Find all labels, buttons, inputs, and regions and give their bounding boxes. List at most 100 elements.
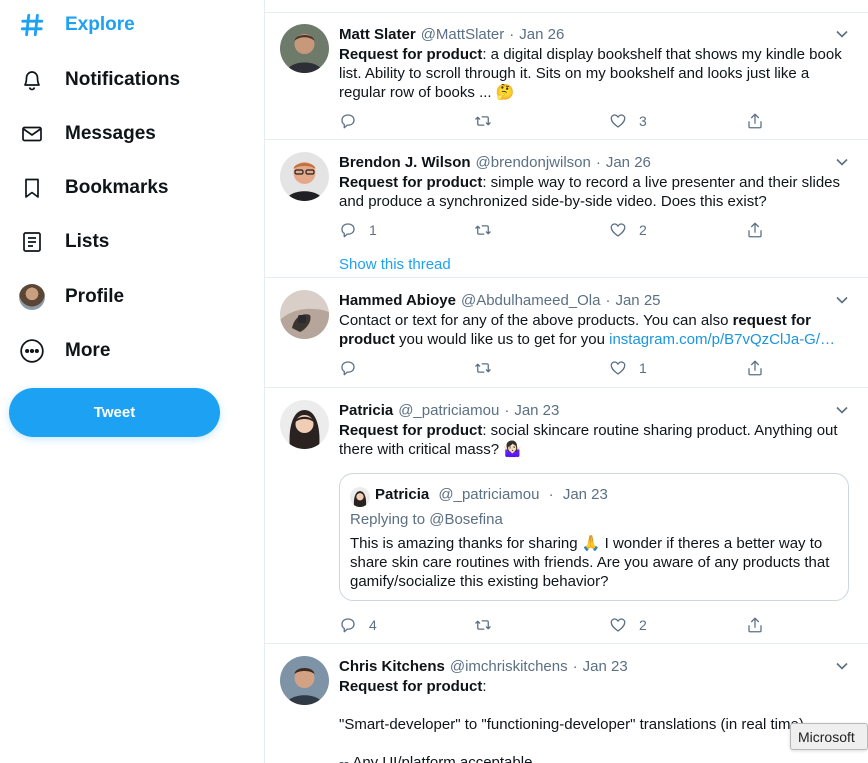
tooltip: Microsoft [790,723,868,750]
heart-icon [610,361,626,375]
sidebar-nav: Explore Notifications Messages Bookmarks… [0,0,264,763]
avatar [19,284,45,310]
share-button[interactable] [746,220,764,240]
author-handle[interactable]: @imchriskitchens [450,658,568,675]
nav-lists-label: Lists [65,231,110,252]
share-icon [748,617,762,633]
like-button[interactable]: 3 [609,111,647,131]
tweet-patricia[interactable]: Patricia @_patriciamou · Jan 23 Request … [265,389,868,644]
tweet-hammed-abioye[interactable]: Hammed Abioye @Abdulhameed_Ola · Jan 25 … [265,279,868,388]
tweet-text-bold: Request for product [339,174,483,191]
reply-button[interactable]: 1 [339,220,377,240]
retweet-icon [475,620,491,630]
tweet-text-bold: Request for product [339,46,483,63]
tweet-text-line2: "Smart-developer" to "functioning-develo… [339,716,804,733]
tweet-text: Request for product: a digital display b… [339,45,849,102]
quoted-tweet[interactable]: Patricia @_patriciamou · Jan 23 Replying… [339,473,849,601]
avatar[interactable] [280,152,329,201]
chevron-down-icon[interactable] [835,295,849,305]
author-name[interactable]: Chris Kitchens [339,658,445,675]
separator-dot: · [605,291,611,309]
tweet-chris-kitchens[interactable]: Chris Kitchens @imchriskitchens · Jan 23… [265,645,868,763]
quoted-author-name: Patricia [375,486,430,503]
author-name[interactable]: Patricia [339,402,393,419]
replying-to: Replying to @Bosefina [350,511,503,528]
tweet-text: Contact or text for any of the above pro… [339,311,849,349]
quoted-date: Jan 23 [562,486,608,503]
separator-dot: · [548,486,554,503]
instagram-link[interactable]: instagram.com/p/B7vQzClJa-G/… [609,331,835,348]
tweet-date[interactable]: Jan 25 [615,292,660,309]
tweet-header: Chris Kitchens @imchriskitchens · Jan 23 [339,656,628,676]
tweet-button[interactable]: Tweet [9,388,220,437]
avatar[interactable] [280,290,329,339]
retweet-icon [475,116,491,126]
tweet-actions: 4 2 [339,615,779,635]
retweet-button[interactable] [474,220,504,240]
retweet-button[interactable] [474,358,504,378]
tweet-date[interactable]: Jan 23 [583,658,628,675]
share-button[interactable] [746,358,764,378]
share-button[interactable] [746,111,764,131]
tweet-brendon-wilson[interactable]: Brendon J. Wilson @brendonjwilson · Jan … [265,141,868,278]
share-icon [748,222,762,238]
avatar [350,487,370,507]
nav-bookmarks-label: Bookmarks [65,177,169,198]
avatar[interactable] [280,24,329,73]
tweet-header: Matt Slater @MattSlater · Jan 26 [339,24,564,44]
nav-messages[interactable]: Messages [18,114,156,154]
nav-messages-label: Messages [65,123,156,144]
tweet-date[interactable]: Jan 23 [514,402,559,419]
reply-button[interactable] [339,111,369,131]
separator-dot: · [572,657,578,675]
nav-explore[interactable]: Explore [18,5,135,45]
author-name[interactable]: Brendon J. Wilson [339,154,471,171]
show-thread-link[interactable]: Show this thread [339,256,451,273]
chevron-down-icon[interactable] [835,661,849,671]
chevron-down-icon[interactable] [835,29,849,39]
nav-notifications[interactable]: Notifications [18,60,180,100]
share-icon [748,360,762,376]
previous-tweet-edge [265,0,868,13]
nav-profile[interactable]: Profile [18,277,124,317]
share-icon [748,113,762,129]
author-name[interactable]: Hammed Abioye [339,292,456,309]
tweet-date[interactable]: Jan 26 [519,26,564,43]
like-button[interactable]: 1 [609,358,647,378]
chevron-down-icon[interactable] [835,405,849,415]
like-button[interactable]: 2 [609,615,647,635]
tweet-date[interactable]: Jan 26 [606,154,651,171]
retweet-button[interactable] [474,111,504,131]
separator-dot: · [509,25,515,43]
author-handle[interactable]: @_patriciamou [398,402,499,419]
hashtag-icon [18,11,46,39]
quoted-header: Patricia @_patriciamou · Jan 23 [375,486,608,503]
reply-button[interactable] [339,358,369,378]
retweet-button[interactable] [474,615,504,635]
share-button[interactable] [746,615,764,635]
avatar[interactable] [280,400,329,449]
author-handle[interactable]: @MattSlater [421,26,505,43]
reply-count: 1 [369,222,377,238]
reply-icon [341,361,355,376]
nav-notifications-label: Notifications [65,69,181,90]
tweet-matt-slater[interactable]: Matt Slater @MattSlater · Jan 26 Request… [265,13,868,140]
nav-lists[interactable]: Lists [18,222,109,262]
author-handle[interactable]: @brendonjwilson [476,154,591,171]
reply-button[interactable]: 4 [339,615,377,635]
quoted-author-handle: @_patriciamou [438,486,540,503]
tweet-text: Request for product: simple way to recor… [339,173,849,211]
more-circle-icon [18,337,46,365]
avatar[interactable] [280,656,329,705]
timeline: Matt Slater @MattSlater · Jan 26 Request… [264,0,868,763]
retweet-icon [475,225,491,235]
nav-more[interactable]: More [18,331,110,371]
like-button[interactable]: 2 [609,220,647,240]
author-handle[interactable]: @Abdulhameed_Ola [461,292,600,309]
author-name[interactable]: Matt Slater [339,26,416,43]
tweet-text-rest: : [482,678,487,695]
chevron-down-icon[interactable] [835,157,849,167]
tweet-actions: 3 [339,111,779,131]
like-count: 2 [639,617,647,633]
nav-bookmarks[interactable]: Bookmarks [18,168,169,208]
